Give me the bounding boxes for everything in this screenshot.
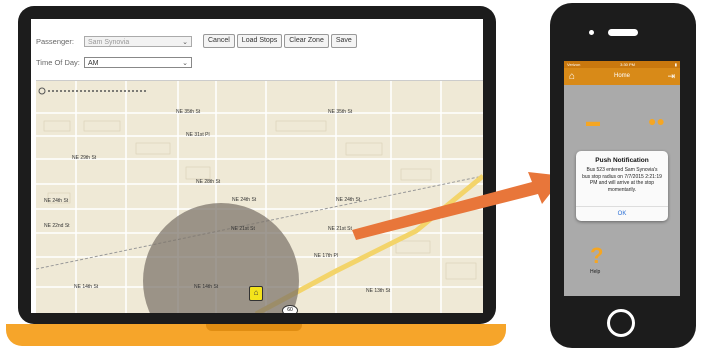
passenger-select[interactable]: Sam Synovia ⌄ [84, 35, 192, 47]
street-label: NE 22nd St [44, 223, 70, 229]
clear-zone-button[interactable]: Clear Zone [284, 34, 329, 48]
action-buttons: Cancel Load Stops Clear Zone Save [203, 34, 357, 48]
time-row: Time Of Day: AM ⌄ [36, 55, 192, 69]
load-stops-button[interactable]: Load Stops [236, 34, 283, 48]
battery-icon: ▮ [674, 62, 677, 67]
carrier-label: Verizon [567, 62, 581, 67]
cancel-button[interactable]: Cancel [203, 34, 235, 48]
push-notification: Push Notification Bus 523 entered Sam Sy… [576, 151, 668, 221]
passenger-value: Sam Synovia [88, 38, 130, 46]
home-icon[interactable]: ⌂ [249, 286, 263, 301]
status-bar: Verizon 3:30 PM ▮ [564, 61, 680, 68]
bus-icon[interactable]: ▬ [586, 113, 600, 129]
street-label: NE 29th St [72, 155, 97, 161]
street-label: NE 17th Pl [314, 253, 338, 259]
time-label: Time Of Day: [36, 57, 80, 67]
laptop: Passenger: Sam Synovia ⌄ Cancel Load Sto… [18, 6, 496, 324]
street-label: NE 21st St [231, 226, 255, 232]
stop-radius-zone[interactable] [143, 203, 299, 313]
highway-shield: 60 [282, 305, 298, 313]
phone-home-button[interactable] [607, 309, 635, 337]
app-navbar: ⌂ Home ⇥ [564, 68, 680, 85]
ok-button[interactable]: OK [576, 206, 668, 221]
chevron-down-icon: ⌄ [182, 59, 188, 67]
smartphone: Verizon 3:30 PM ▮ ⌂ Home ⇥ ▬ ●● Push Not… [550, 3, 696, 348]
chevron-down-icon: ⌄ [182, 38, 188, 46]
zoom-handle[interactable] [38, 87, 46, 95]
time-select[interactable]: AM ⌄ [84, 56, 192, 68]
laptop-trackpad-notch [206, 324, 302, 331]
street-label: NE 35th St [176, 109, 201, 115]
street-label: NE 24th St [232, 197, 257, 203]
time-value: AM [88, 59, 99, 67]
street-label: NE 21st St [328, 226, 352, 232]
street-label: NE 28th St [196, 179, 221, 185]
notification-body: Bus 523 entered Sam Synovia's bus stop r… [582, 167, 662, 193]
street-label: NE 14th St [194, 284, 219, 290]
save-button[interactable]: Save [330, 34, 357, 48]
laptop-screen: Passenger: Sam Synovia ⌄ Cancel Load Sto… [31, 19, 483, 313]
status-time: 3:30 PM [620, 62, 636, 67]
phone-screen: Verizon 3:30 PM ▮ ⌂ Home ⇥ ▬ ●● Push Not… [564, 61, 680, 296]
street-label: NE 24th St [44, 198, 69, 204]
people-icon[interactable]: ●● [648, 113, 665, 129]
street-label: NE 31st Pl [186, 132, 210, 138]
help-label: Help [590, 269, 601, 275]
street-label: NE 13th St [366, 288, 391, 294]
nav-title: Home [613, 73, 630, 79]
passenger-row: Passenger: Sam Synovia ⌄ [36, 34, 192, 48]
speaker-grille [608, 29, 638, 36]
notification-arrow [352, 172, 564, 240]
camera-icon [589, 30, 594, 35]
passenger-label: Passenger: [36, 36, 74, 46]
street-label: NE 14th St [74, 284, 99, 290]
notification-title: Push Notification [595, 157, 649, 164]
logout-icon[interactable]: ⇥ [667, 71, 675, 82]
laptop-base [6, 324, 506, 346]
street-label: NE 35th St [328, 109, 353, 115]
help-icon[interactable]: ? [590, 243, 603, 269]
